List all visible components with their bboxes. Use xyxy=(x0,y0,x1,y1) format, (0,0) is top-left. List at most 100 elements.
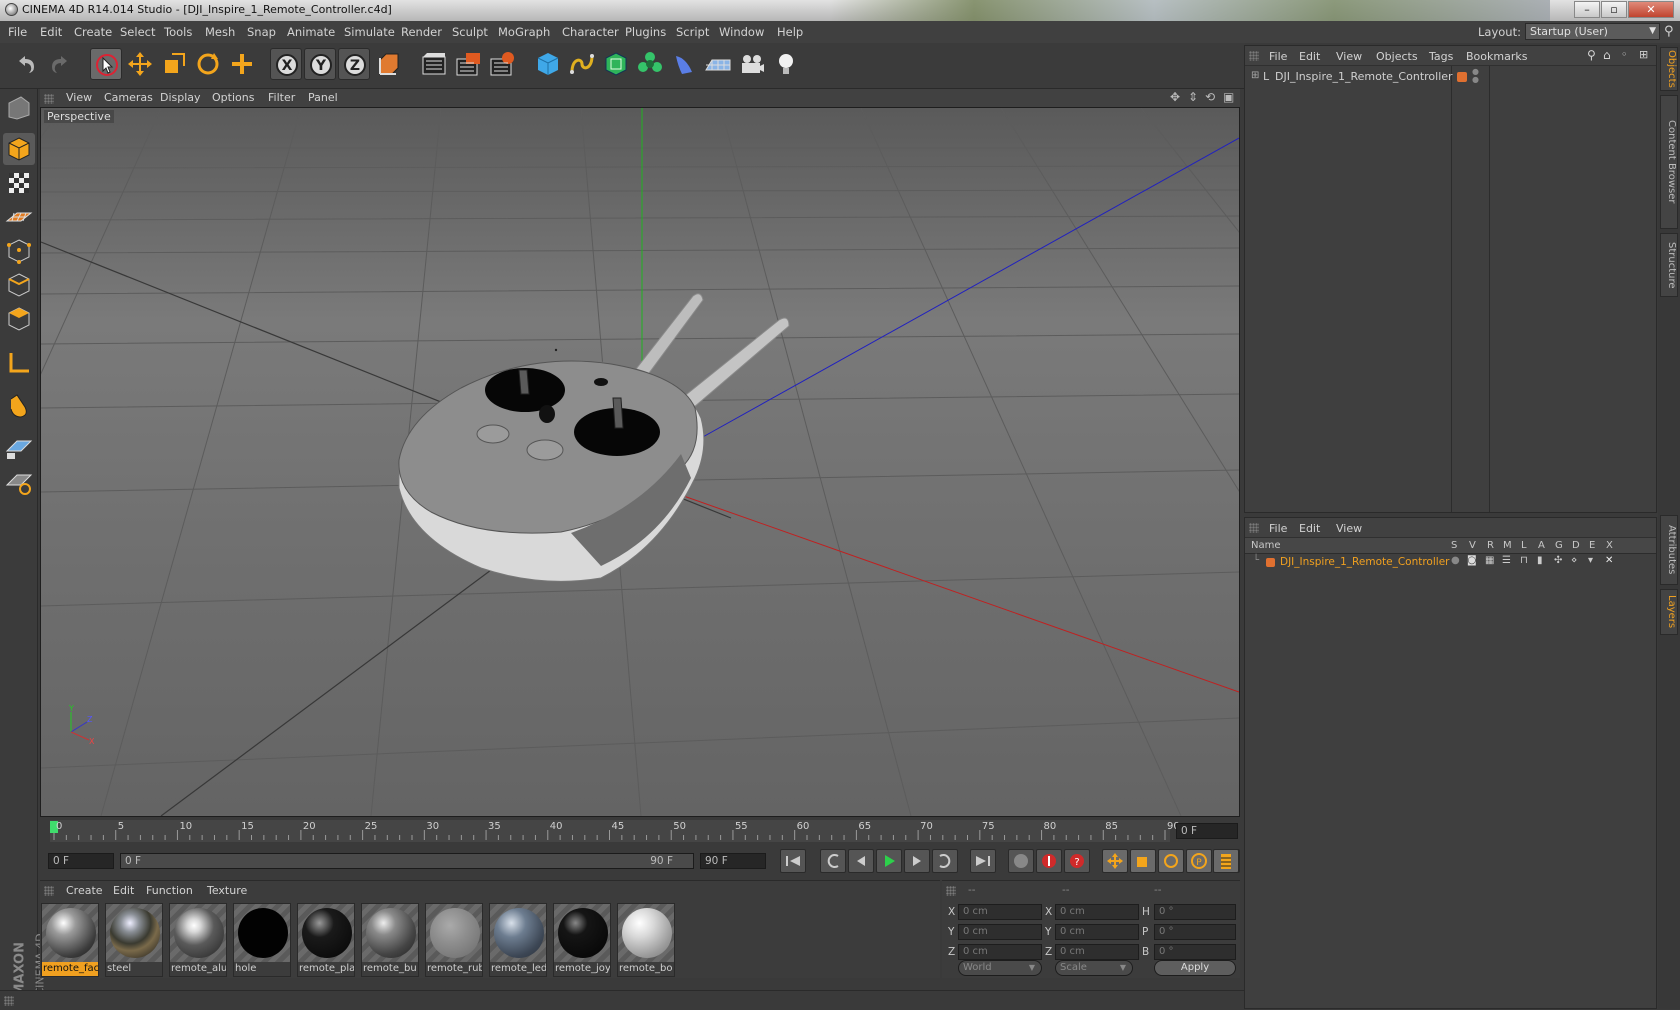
zoom-view-icon[interactable]: ⇕ xyxy=(1188,90,1198,104)
workplane-lock-icon[interactable] xyxy=(3,431,35,463)
position-z-field[interactable]: 0 cm xyxy=(958,944,1042,960)
col-manager[interactable]: M xyxy=(1503,540,1512,551)
redo-icon[interactable] xyxy=(44,48,76,80)
timeline-window-icon[interactable] xyxy=(1213,849,1239,873)
undo-icon[interactable] xyxy=(10,48,42,80)
om-menu-tags[interactable]: Tags xyxy=(1429,50,1453,63)
menu-simulate[interactable]: Simulate xyxy=(344,25,395,39)
vp-menu-panel[interactable]: Panel xyxy=(308,91,338,104)
previous-key-icon[interactable] xyxy=(820,849,846,873)
menu-create[interactable]: Create xyxy=(74,25,112,39)
vp-menu-options[interactable]: Options xyxy=(212,91,254,104)
col-render[interactable]: R xyxy=(1487,540,1494,551)
material-swatch[interactable]: hole xyxy=(233,903,291,977)
points-mode-icon[interactable] xyxy=(3,235,35,267)
position-x-field[interactable]: 0 cm xyxy=(958,904,1042,920)
menu-plugins[interactable]: Plugins xyxy=(625,25,666,39)
size-y-field[interactable]: 0 cm xyxy=(1055,924,1139,940)
material-swatch[interactable]: remote_fac xyxy=(41,903,99,977)
panel-grip[interactable] xyxy=(946,886,956,896)
key-parameter-icon[interactable]: P xyxy=(1186,849,1212,873)
xref-toggle-icon[interactable]: ✕ xyxy=(1605,555,1613,566)
material-swatch[interactable]: remote_joy xyxy=(553,903,611,977)
live-selection-icon[interactable] xyxy=(90,48,122,80)
panel-grip[interactable] xyxy=(4,996,14,1006)
key-position-icon[interactable] xyxy=(1102,849,1128,873)
col-view[interactable]: V xyxy=(1469,540,1476,551)
panel-grip[interactable] xyxy=(1249,51,1259,61)
next-frame-icon[interactable] xyxy=(904,849,930,873)
layer-color-swatch[interactable] xyxy=(1266,558,1275,567)
toggle-view-icon[interactable]: ▣ xyxy=(1223,90,1234,104)
minimize-button[interactable]: – xyxy=(1574,1,1600,18)
workplane-mode-icon[interactable] xyxy=(3,201,35,233)
search-icon[interactable]: ⚲ xyxy=(1664,24,1674,39)
rotation-h-field[interactable]: 0 ° xyxy=(1154,904,1236,920)
menu-edit[interactable]: Edit xyxy=(40,25,62,39)
om-menu-file[interactable]: File xyxy=(1269,50,1287,63)
rotate-icon[interactable] xyxy=(192,48,224,80)
solo-toggle-icon[interactable]: ● xyxy=(1451,555,1460,566)
cube-primitive-icon[interactable] xyxy=(532,48,564,80)
panel-grip[interactable] xyxy=(44,94,54,104)
keyframe-selection-icon[interactable]: ? xyxy=(1064,849,1090,873)
z-axis-lock-icon[interactable]: Z xyxy=(338,48,370,80)
position-y-field[interactable]: 0 cm xyxy=(958,924,1042,940)
tab-objects[interactable]: Objects xyxy=(1660,47,1678,91)
remote-controller-model[interactable] xyxy=(398,293,790,582)
mat-menu-function[interactable]: Function xyxy=(146,884,193,897)
col-generators[interactable]: G xyxy=(1555,540,1563,551)
menu-character[interactable]: Character xyxy=(562,25,619,39)
axis-mode-icon[interactable] xyxy=(3,347,35,379)
viewport-perspective[interactable]: Perspective Y Z X xyxy=(40,107,1240,817)
menu-help[interactable]: Help xyxy=(777,25,803,39)
layout-select[interactable]: Startup (User) ▼ xyxy=(1525,23,1660,40)
mat-menu-create[interactable]: Create xyxy=(66,884,103,897)
start-frame-field[interactable]: 0 F xyxy=(48,853,114,869)
x-axis-lock-icon[interactable]: X xyxy=(270,48,302,80)
col-deformers[interactable]: D xyxy=(1572,540,1580,551)
render-to-picture-viewer-icon[interactable] xyxy=(452,48,484,80)
col-animation[interactable]: A xyxy=(1538,540,1545,551)
polygons-mode-icon[interactable] xyxy=(3,303,35,335)
move-view-icon[interactable]: ✥ xyxy=(1170,90,1180,104)
vp-menu-display[interactable]: Display xyxy=(160,91,201,104)
key-scale-icon[interactable] xyxy=(1130,849,1156,873)
mat-menu-texture[interactable]: Texture xyxy=(207,884,247,897)
model-mode-icon[interactable] xyxy=(3,133,35,165)
frame-range-slider[interactable]: 0 F 90 F xyxy=(120,853,694,869)
lm-menu-view[interactable]: View xyxy=(1336,522,1362,535)
material-swatch[interactable]: remote_alu xyxy=(169,903,227,977)
col-expressions[interactable]: E xyxy=(1589,540,1595,551)
menu-mesh[interactable]: Mesh xyxy=(205,25,235,39)
deformer-icon[interactable] xyxy=(668,48,700,80)
material-swatch[interactable]: remote_pla xyxy=(297,903,355,977)
home-icon[interactable]: ⌂ xyxy=(1603,48,1611,62)
vp-menu-cameras[interactable]: Cameras xyxy=(104,91,153,104)
material-swatch[interactable]: remote_bu xyxy=(361,903,419,977)
eye-icon[interactable]: ◦ xyxy=(1621,48,1628,61)
current-frame-field[interactable]: 0 F xyxy=(1176,823,1238,839)
rotate-view-icon[interactable]: ⟲ xyxy=(1205,90,1215,104)
col-locked[interactable]: L xyxy=(1521,540,1527,551)
key-rotation-icon[interactable] xyxy=(1158,849,1184,873)
menu-sculpt[interactable]: Sculpt xyxy=(452,25,488,39)
tab-content-browser[interactable]: Content Browser xyxy=(1660,95,1678,229)
move-icon[interactable] xyxy=(124,48,156,80)
lm-menu-file[interactable]: File xyxy=(1269,522,1287,535)
end-frame-field[interactable]: 90 F xyxy=(700,853,766,869)
tab-layers[interactable]: Layers xyxy=(1660,589,1678,635)
edges-mode-icon[interactable] xyxy=(3,269,35,301)
om-menu-edit[interactable]: Edit xyxy=(1299,50,1320,63)
render-view-icon[interactable] xyxy=(418,48,450,80)
grid-snap-icon[interactable] xyxy=(3,465,35,497)
deformers-toggle-icon[interactable]: ⋄ xyxy=(1571,555,1577,566)
apply-button[interactable]: Apply xyxy=(1154,960,1236,976)
next-key-icon[interactable] xyxy=(932,849,958,873)
coordinate-system-icon[interactable] xyxy=(372,48,404,80)
autokeying-icon[interactable] xyxy=(1036,849,1062,873)
menu-file[interactable]: File xyxy=(8,25,27,39)
size-x-field[interactable]: 0 cm xyxy=(1055,904,1139,920)
render-toggle-icon[interactable]: ▦ xyxy=(1485,555,1494,566)
transform-mode-select[interactable]: Scale ▼ xyxy=(1055,960,1133,976)
